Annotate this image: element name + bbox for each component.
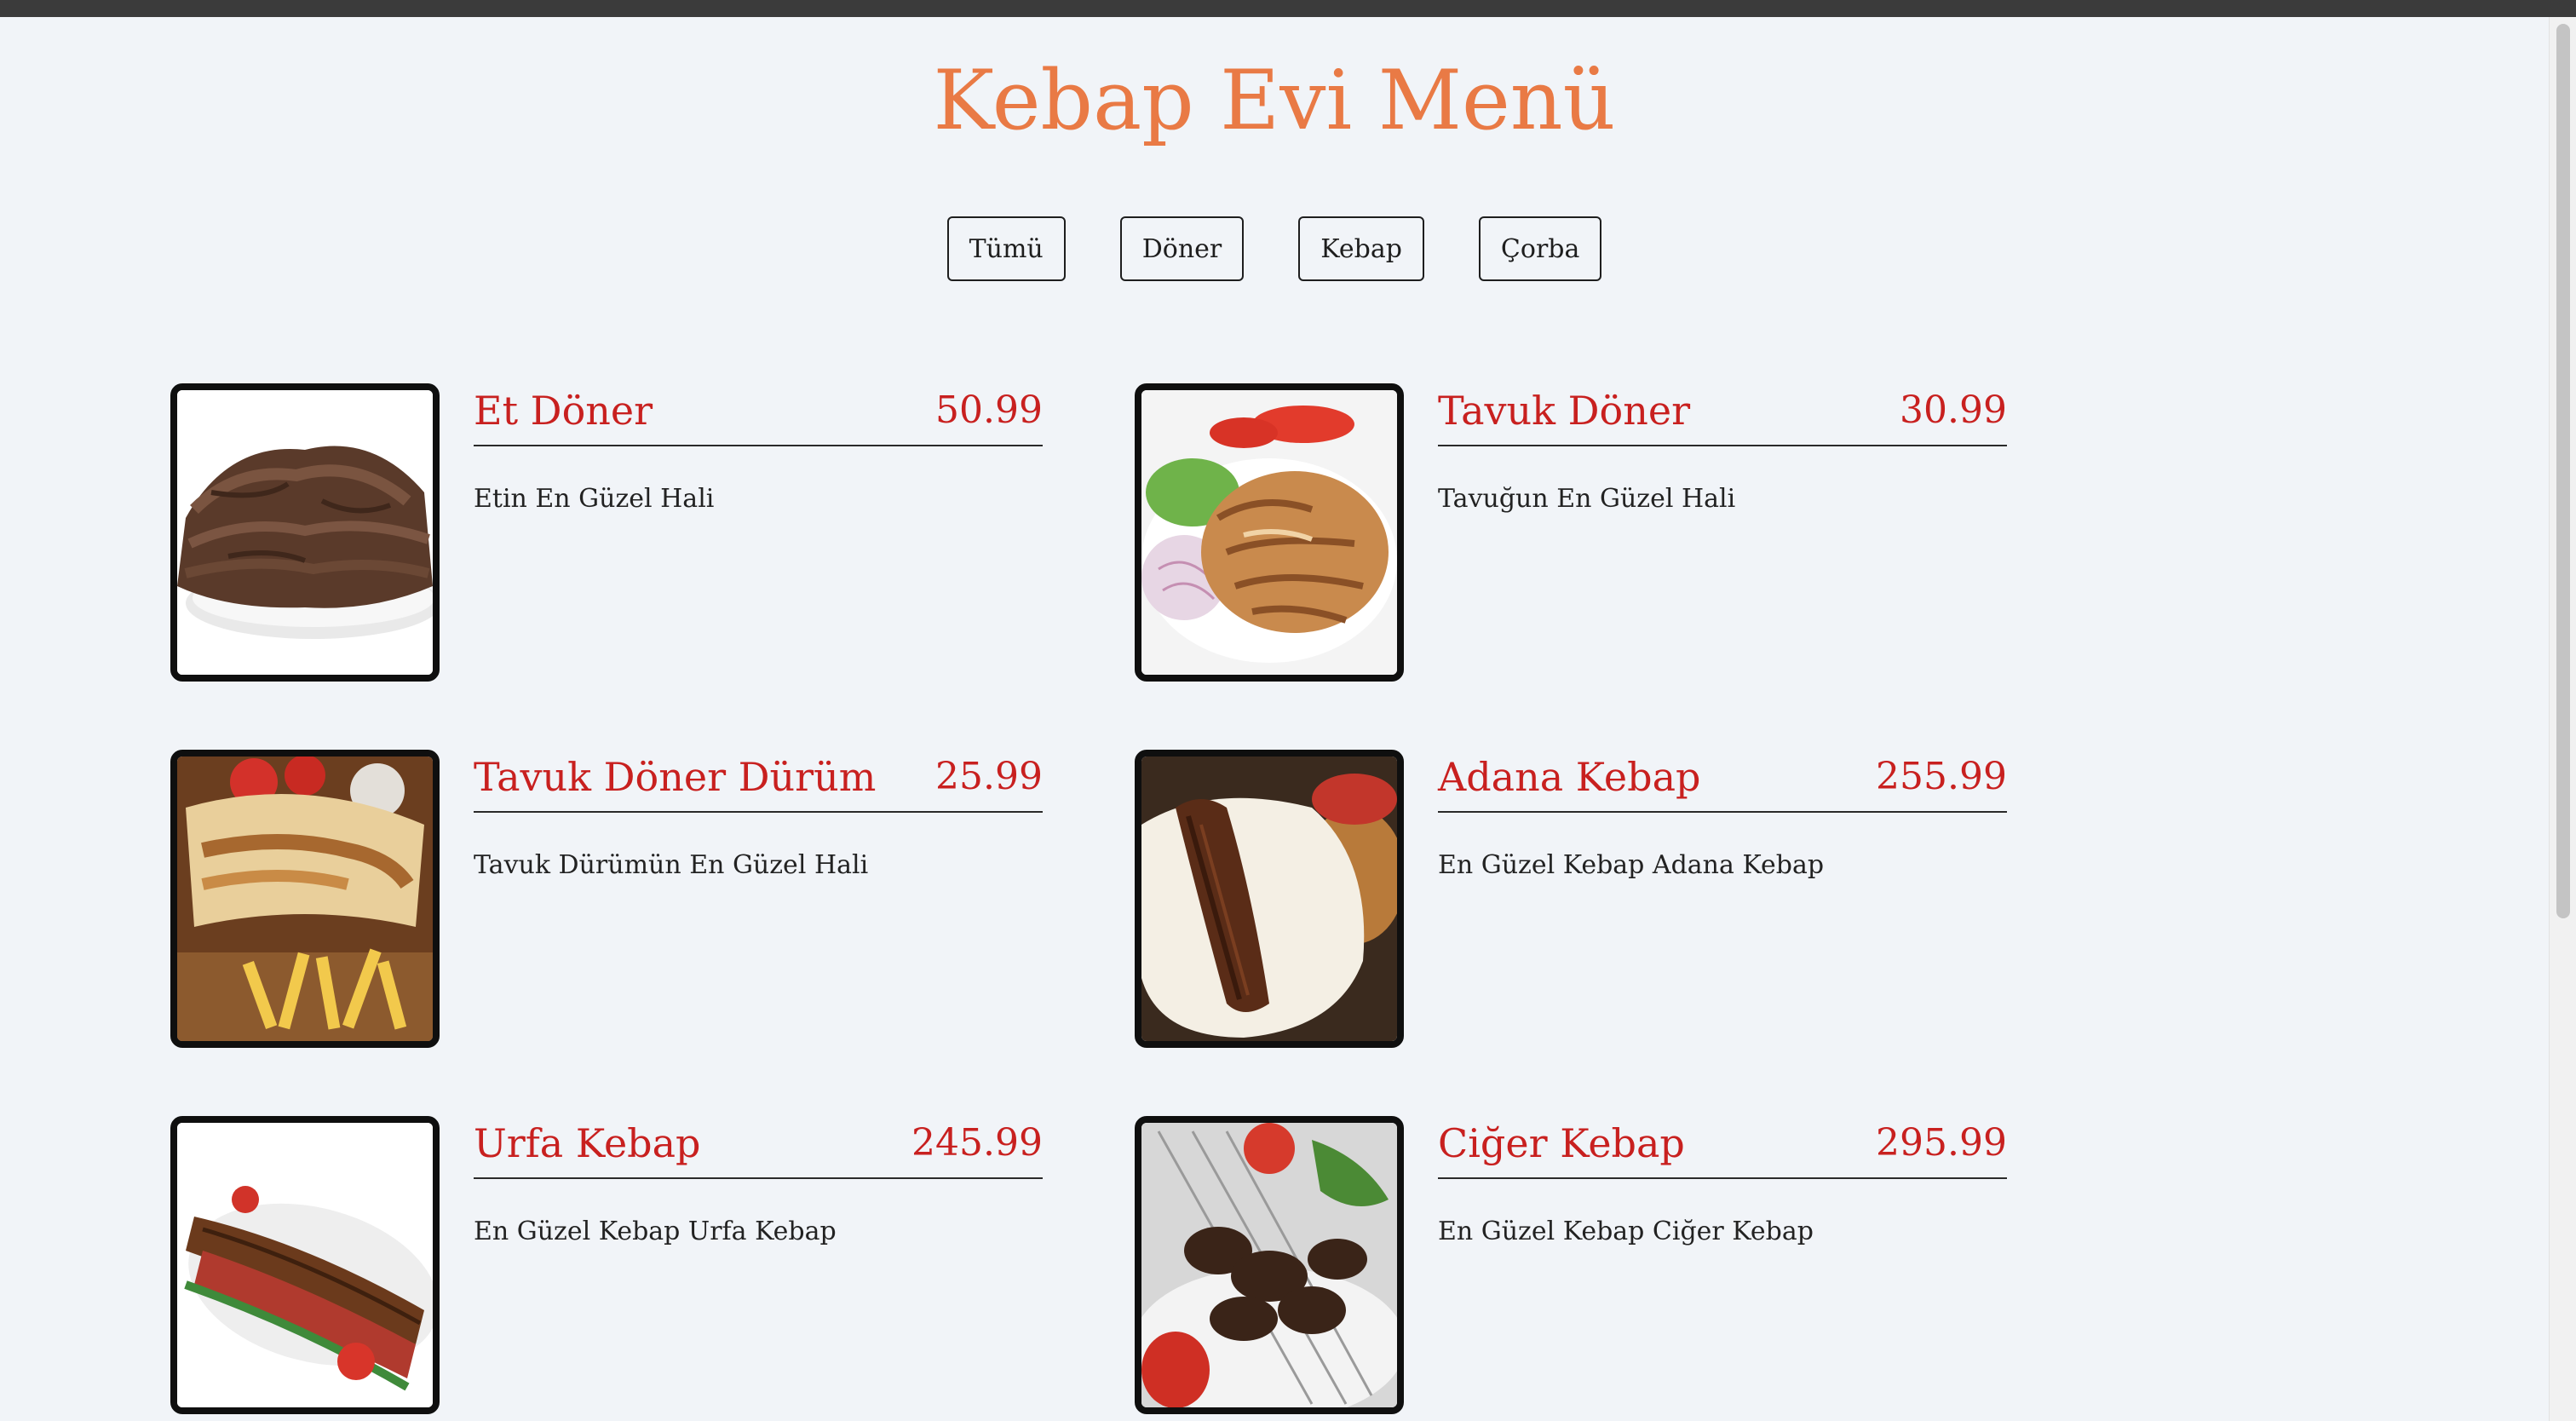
- item-price: 30.99: [1900, 388, 2007, 432]
- filter-button-corba[interactable]: Çorba: [1478, 216, 1602, 281]
- chicken-doner-plate-image: [1135, 383, 1404, 682]
- item-header: Ciğer Kebap 295.99: [1438, 1116, 2007, 1179]
- item-description: Tavuğun En Güzel Hali: [1438, 484, 1736, 514]
- item-header: Et Döner 50.99: [474, 383, 1043, 446]
- item-description: Tavuk Dürümün En Güzel Hali: [474, 850, 869, 880]
- item-description: En Güzel Kebap Adana Kebap: [1438, 850, 1825, 880]
- item-info: Adana Kebap 255.99 En Güzel Kebap Adana …: [1438, 750, 2007, 1048]
- beef-doner-plate-image: [170, 383, 440, 682]
- item-price: 255.99: [1876, 755, 2007, 798]
- filter-button-kebap[interactable]: Kebap: [1298, 216, 1424, 281]
- menu-item: Tavuk Döner 30.99 Tavuğun En Güzel Hali: [1135, 383, 2007, 682]
- item-price: 245.99: [911, 1121, 1043, 1165]
- scrollbar-thumb[interactable]: [2556, 24, 2570, 918]
- menu-item: Ciğer Kebap 295.99 En Güzel Kebap Ciğer …: [1135, 1116, 2007, 1414]
- liver-kebab-image: [1135, 1116, 1404, 1414]
- item-name: Tavuk Döner Dürüm: [474, 754, 877, 800]
- urfa-kebab-image: [170, 1116, 440, 1414]
- chicken-wrap-image: [170, 750, 440, 1048]
- menu-item: Tavuk Döner Dürüm 25.99 Tavuk Dürümün En…: [170, 750, 1043, 1048]
- item-price: 50.99: [935, 388, 1043, 432]
- category-filter-bar: Tümü Döner Kebap Çorba: [0, 216, 2549, 281]
- filter-button-all[interactable]: Tümü: [946, 216, 1066, 281]
- filter-button-doner[interactable]: Döner: [1119, 216, 1245, 281]
- item-name: Et Döner: [474, 388, 653, 434]
- item-header: Adana Kebap 255.99: [1438, 750, 2007, 813]
- item-info: Et Döner 50.99 Etin En Güzel Hali: [474, 383, 1043, 682]
- item-name: Adana Kebap: [1438, 754, 1701, 800]
- item-header: Tavuk Döner 30.99: [1438, 383, 2007, 446]
- item-name: Urfa Kebap: [474, 1120, 701, 1166]
- menu-item: Adana Kebap 255.99 En Güzel Kebap Adana …: [1135, 750, 2007, 1048]
- item-price: 25.99: [935, 755, 1043, 798]
- item-description: En Güzel Kebap Ciğer Kebap: [1438, 1217, 1814, 1246]
- item-name: Tavuk Döner: [1438, 388, 1691, 434]
- adana-kebab-image: [1135, 750, 1404, 1048]
- menu-item: Urfa Kebap 245.99 En Güzel Kebap Urfa Ke…: [170, 1116, 1043, 1414]
- item-header: Urfa Kebap 245.99: [474, 1116, 1043, 1179]
- item-info: Ciğer Kebap 295.99 En Güzel Kebap Ciğer …: [1438, 1116, 2007, 1414]
- item-info: Urfa Kebap 245.99 En Güzel Kebap Urfa Ke…: [474, 1116, 1043, 1414]
- page-title: Kebap Evi Menü: [933, 53, 1616, 148]
- menu-grid: Et Döner 50.99 Etin En Güzel Hali Tavuk …: [170, 383, 2007, 1414]
- item-name: Ciğer Kebap: [1438, 1120, 1685, 1166]
- item-description: En Güzel Kebap Urfa Kebap: [474, 1217, 837, 1246]
- item-price: 295.99: [1876, 1121, 2007, 1165]
- item-info: Tavuk Döner 30.99 Tavuğun En Güzel Hali: [1438, 383, 2007, 682]
- vertical-scrollbar[interactable]: [2549, 17, 2576, 1421]
- item-description: Etin En Güzel Hali: [474, 484, 715, 514]
- browser-top-bar: [0, 0, 2576, 17]
- item-header: Tavuk Döner Dürüm 25.99: [474, 750, 1043, 813]
- menu-item: Et Döner 50.99 Etin En Güzel Hali: [170, 383, 1043, 682]
- item-info: Tavuk Döner Dürüm 25.99 Tavuk Dürümün En…: [474, 750, 1043, 1048]
